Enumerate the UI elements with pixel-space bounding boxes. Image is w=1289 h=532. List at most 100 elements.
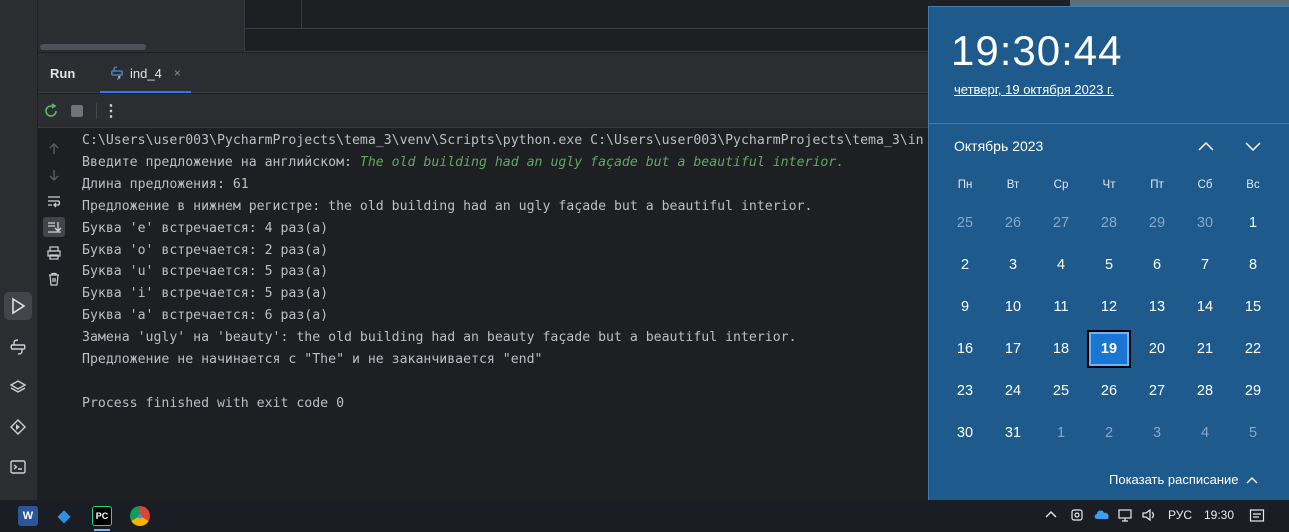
calendar-day[interactable]: 2 [1087, 414, 1131, 452]
calendar-day[interactable]: 30 [943, 414, 987, 452]
console-line: Длина предложения: 61 [82, 177, 249, 192]
network-tray-icon[interactable] [1117, 508, 1133, 525]
calendar-day[interactable]: 6 [1135, 246, 1179, 284]
console-line: Буква 'e' встречается: 4 раз(а) [82, 221, 329, 236]
run-tool-button[interactable] [4, 292, 32, 320]
calendar-day[interactable]: 26 [991, 204, 1035, 242]
date-link[interactable]: четверг, 19 октября 2023 г. [954, 82, 1114, 97]
calendar-day[interactable]: 8 [1231, 246, 1275, 284]
divider [929, 123, 1289, 124]
previous-month-button[interactable] [1194, 134, 1218, 158]
calendar-day[interactable]: 3 [991, 246, 1035, 284]
calendar-day[interactable]: 1 [1039, 414, 1083, 452]
console-line: Буква 'a' встречается: 6 раз(а) [82, 308, 329, 323]
scroll-to-end-button[interactable] [43, 217, 65, 237]
network-icon [1118, 509, 1132, 522]
rerun-button[interactable] [40, 100, 62, 122]
calendar-day[interactable]: 12 [1087, 288, 1131, 326]
camera-tray-icon[interactable] [1070, 508, 1084, 525]
calendar-day[interactable]: 27 [1039, 204, 1083, 242]
calendar-day[interactable]: 23 [943, 372, 987, 410]
terminal-icon [10, 460, 26, 474]
calendar-day[interactable]: 9 [943, 288, 987, 326]
calendar-day[interactable]: 20 [1135, 330, 1179, 368]
calendar-day[interactable]: 16 [943, 330, 987, 368]
calendar-day[interactable]: 17 [991, 330, 1035, 368]
arrow-down-icon [49, 170, 59, 181]
console-line: Буква 'i' встречается: 5 раз(а) [82, 286, 329, 301]
console-line: Введите предложение на английском: The o… [82, 154, 844, 172]
onedrive-tray-icon[interactable] [1093, 508, 1111, 523]
soft-wrap-button[interactable] [43, 191, 65, 211]
services-icon [10, 419, 26, 435]
calendar-day[interactable]: 27 [1135, 372, 1179, 410]
calendar-day[interactable]: 13 [1135, 288, 1179, 326]
chrome-icon[interactable]: ● [130, 506, 150, 526]
calendar-day[interactable]: 18 [1039, 330, 1083, 368]
calendar-day[interactable]: 24 [991, 372, 1035, 410]
calendar-day[interactable]: 28 [1183, 372, 1227, 410]
packages-button[interactable] [4, 373, 32, 401]
calendar-day[interactable]: 22 [1231, 330, 1275, 368]
soft-wrap-icon [48, 196, 61, 208]
sourcetree-icon[interactable]: ◆ [54, 506, 74, 526]
taskbar-clock[interactable]: 19:30 [1204, 508, 1234, 522]
clock-time: 19:30:44 [951, 27, 1123, 74]
console-line: Буква 'u' встречается: 5 раз(а) [82, 264, 329, 279]
console-prompt: Введите предложение на английском: [82, 155, 360, 170]
services-button[interactable] [4, 413, 32, 441]
calendar-day[interactable]: 25 [1039, 372, 1083, 410]
scroll-down-button[interactable] [43, 165, 65, 185]
volume-tray-icon[interactable] [1141, 508, 1157, 525]
scroll-to-end-icon [48, 222, 62, 233]
horizontal-scrollbar[interactable] [40, 44, 146, 50]
calendar-day[interactable]: 2 [943, 246, 987, 284]
speaker-icon [1142, 508, 1155, 522]
active-app-indicator [94, 529, 110, 531]
calendar-day-today[interactable]: 19 [1087, 330, 1131, 368]
calendar-day[interactable]: 4 [1039, 246, 1083, 284]
tab-ind-4[interactable]: ind_4 × [100, 53, 191, 93]
calendar-day[interactable]: 10 [991, 288, 1035, 326]
show-schedule-button[interactable]: Показать расписание [1109, 472, 1259, 487]
clear-all-button[interactable] [43, 269, 65, 289]
calendar-day[interactable]: 26 [1087, 372, 1131, 410]
calendar-day[interactable]: 14 [1183, 288, 1227, 326]
word-icon[interactable]: W [18, 506, 38, 526]
notifications-button[interactable] [1249, 508, 1265, 527]
calendar-day[interactable]: 29 [1135, 204, 1179, 242]
console-output[interactable]: C:\Users\user003\PycharmProjects\tema_3\… [69, 129, 928, 500]
month-title[interactable]: Октябрь 2023 [954, 138, 1043, 154]
stop-button[interactable] [66, 100, 88, 122]
weekday-label: Вс [1246, 179, 1260, 191]
calendar-day[interactable]: 31 [991, 414, 1035, 452]
calendar-day[interactable]: 21 [1183, 330, 1227, 368]
python-icon [10, 339, 26, 355]
python-console-button[interactable] [4, 333, 32, 361]
calendar-day[interactable]: 25 [943, 204, 987, 242]
next-month-button[interactable] [1241, 134, 1265, 158]
pycharm-icon[interactable]: PC [92, 506, 112, 526]
calendar-day[interactable]: 4 [1183, 414, 1227, 452]
calendar-day[interactable]: 15 [1231, 288, 1275, 326]
calendar-day[interactable]: 29 [1231, 372, 1275, 410]
show-hidden-icons-button[interactable] [1045, 508, 1057, 522]
calendar-day[interactable]: 5 [1231, 414, 1275, 452]
calendar-day[interactable]: 30 [1183, 204, 1227, 242]
calendar-day[interactable]: 11 [1039, 288, 1083, 326]
calendar-day[interactable]: 1 [1231, 204, 1275, 242]
calendar-day[interactable]: 28 [1087, 204, 1131, 242]
scroll-up-button[interactable] [43, 139, 65, 159]
calendar-day[interactable]: 7 [1183, 246, 1227, 284]
calendar-day[interactable]: 3 [1135, 414, 1179, 452]
console-side-toolbar [38, 129, 69, 500]
more-options-button[interactable]: ⋮ [100, 100, 122, 122]
chevron-up-icon [1246, 476, 1258, 483]
input-language[interactable]: РУС [1168, 508, 1192, 522]
tab-close-button[interactable]: × [174, 66, 181, 80]
terminal-button[interactable] [4, 453, 32, 481]
console-line: Замена 'ugly' на 'beauty': the old build… [82, 330, 797, 345]
weekday-label: Чт [1102, 179, 1116, 191]
calendar-day[interactable]: 5 [1087, 246, 1131, 284]
print-button[interactable] [43, 243, 65, 263]
